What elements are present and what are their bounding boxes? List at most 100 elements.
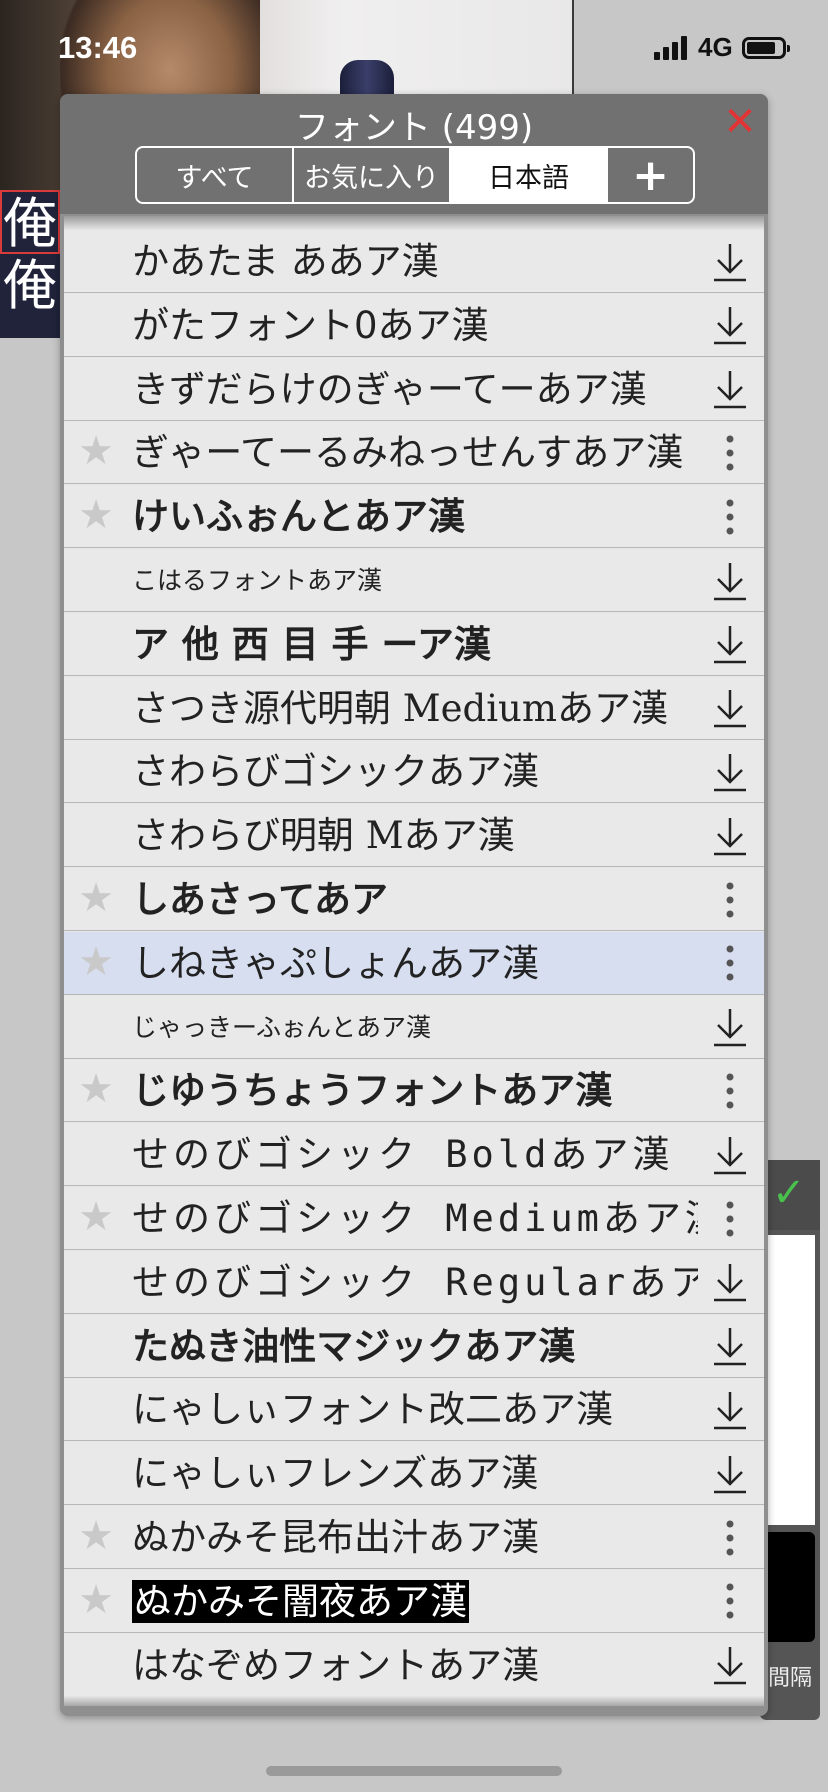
font-name-text: じゆうちょうフォントあア漢 bbox=[132, 1069, 613, 1113]
download-icon[interactable] bbox=[700, 294, 760, 357]
side-panel: ✓ 間隔 bbox=[760, 1160, 820, 1720]
font-name-preview: けいふぉんとあア漢 bbox=[132, 485, 698, 548]
star-icon[interactable]: ★ bbox=[76, 1516, 116, 1556]
font-name-preview: こはるフォントあア漢 bbox=[132, 549, 698, 612]
font-name-text: にゃしぃフレンズあア漢 bbox=[132, 1452, 539, 1496]
more-options-icon[interactable] bbox=[700, 1059, 760, 1122]
check-icon: ✓ bbox=[772, 1170, 806, 1216]
download-icon[interactable] bbox=[700, 740, 760, 803]
font-row[interactable]: がたフォント0あア漢 bbox=[64, 293, 764, 357]
font-row[interactable]: さつき源代明朝 Mediumあア漢 bbox=[64, 676, 764, 740]
font-name-text: ぬかみそ闇夜あア漢 bbox=[132, 1579, 469, 1623]
more-options-icon[interactable] bbox=[700, 485, 760, 548]
download-icon[interactable] bbox=[700, 996, 760, 1059]
font-row[interactable]: かあたま ああア漢 bbox=[64, 230, 764, 293]
star-icon[interactable]: ★ bbox=[76, 495, 116, 535]
more-options-icon[interactable] bbox=[700, 868, 760, 931]
font-row[interactable]: ★ しあさってあア bbox=[64, 868, 764, 931]
more-options-icon[interactable] bbox=[700, 421, 760, 484]
font-picker-dialog: フォント (499) ✕ すべて お気に入り 日本語 + かあたま ああア漢がた… bbox=[60, 94, 768, 1716]
font-name-text: にゃしぃフォント改二あア漢 bbox=[132, 1388, 613, 1432]
caption-text-preview[interactable]: 俺 俺 bbox=[0, 190, 60, 338]
font-name-preview: にゃしぃフレンズあア漢 bbox=[132, 1442, 698, 1505]
add-font-button[interactable]: + bbox=[608, 148, 693, 202]
tab-japanese[interactable]: 日本語 bbox=[451, 148, 608, 202]
font-name-text: けいふぉんとあア漢 bbox=[132, 495, 465, 539]
font-name-text: しねきゃぷしょんあア漢 bbox=[132, 941, 539, 985]
more-options-icon[interactable] bbox=[700, 1506, 760, 1569]
confirm-button[interactable]: ✓ bbox=[760, 1160, 820, 1230]
font-row[interactable]: ★ ぎゃーてーるみねっせんすあア漢 bbox=[64, 421, 764, 485]
font-row[interactable]: たぬき油性マジックあア漢 bbox=[64, 1314, 764, 1378]
font-row[interactable]: きずだらけのぎゃーてーあア漢 bbox=[64, 357, 764, 421]
font-row[interactable]: ★ ぬかみそ昆布出汁あア漢 bbox=[64, 1506, 764, 1569]
download-icon[interactable] bbox=[700, 230, 760, 293]
font-name-preview: ぬかみそ闇夜あア漢 bbox=[132, 1570, 698, 1633]
font-name-text: かあたま ああア漢 bbox=[132, 240, 439, 283]
font-name-text: がたフォント0あア漢 bbox=[132, 303, 489, 347]
star-icon[interactable]: ★ bbox=[76, 1069, 116, 1109]
font-row[interactable]: はなぞめフォントあア漢 bbox=[64, 1633, 764, 1697]
font-row[interactable]: せのびゴシック Regularあア漢 bbox=[64, 1250, 764, 1314]
font-row[interactable]: ★ けいふぉんとあア漢 bbox=[64, 485, 764, 549]
download-icon[interactable] bbox=[700, 613, 760, 676]
font-name-preview: ア 他 西 目 手 ーア漢 bbox=[132, 613, 698, 676]
font-name-preview: にゃしぃフォント改二あア漢 bbox=[132, 1378, 698, 1441]
font-row[interactable]: じゃっきーふぉんとあア漢 bbox=[64, 995, 764, 1059]
download-icon[interactable] bbox=[700, 358, 760, 421]
star-icon[interactable]: ★ bbox=[76, 1580, 116, 1620]
more-options-icon[interactable] bbox=[700, 932, 760, 995]
font-row[interactable]: にゃしぃフォント改二あア漢 bbox=[64, 1378, 764, 1442]
download-icon[interactable] bbox=[700, 1442, 760, 1505]
font-name-text: じゃっきーふぉんとあア漢 bbox=[132, 1012, 432, 1042]
status-bar: 13:46 4G bbox=[0, 0, 828, 96]
download-icon[interactable] bbox=[700, 677, 760, 740]
font-list[interactable]: かあたま ああア漢がたフォント0あア漢きずだらけのぎゃーてーあア漢 ★ ぎゃーてーる… bbox=[64, 216, 764, 1706]
star-icon[interactable]: ★ bbox=[76, 431, 116, 471]
font-name-preview: しあさってあア bbox=[132, 868, 698, 931]
font-row[interactable]: ★ じゆうちょうフォントあア漢 bbox=[64, 1059, 764, 1123]
dialog-header: フォント (499) ✕ すべて お気に入り 日本語 + bbox=[60, 94, 768, 214]
font-row[interactable]: にゃしぃフレンズあア漢 bbox=[64, 1442, 764, 1506]
selected-caption-char[interactable]: 俺 bbox=[0, 190, 60, 255]
download-icon[interactable] bbox=[700, 1251, 760, 1314]
download-icon[interactable] bbox=[700, 1378, 760, 1441]
font-row[interactable]: ★ しねきゃぷしょんあア漢 bbox=[64, 931, 764, 995]
dialog-title: フォント (499) bbox=[294, 108, 534, 148]
font-name-text: はなぞめフォントあア漢 bbox=[132, 1643, 539, 1687]
star-icon[interactable]: ★ bbox=[76, 942, 116, 982]
font-row[interactable]: ★ せのびゴシック Mediumあア漢 bbox=[64, 1187, 764, 1250]
font-row[interactable]: ★ ぬかみそ闇夜あア漢 bbox=[64, 1569, 764, 1633]
tab-favorites[interactable]: お気に入り bbox=[294, 148, 451, 202]
more-options-icon[interactable] bbox=[700, 1187, 760, 1250]
download-icon[interactable] bbox=[700, 549, 760, 612]
font-row[interactable]: さわらびゴシックあア漢 bbox=[64, 740, 764, 804]
signal-icon bbox=[654, 36, 690, 60]
star-icon[interactable]: ★ bbox=[76, 878, 116, 918]
star-icon[interactable]: ★ bbox=[76, 1197, 116, 1237]
close-icon[interactable]: ✕ bbox=[718, 100, 762, 144]
font-name-text: ぎゃーてーるみねっせんすあア漢 bbox=[132, 431, 684, 475]
font-name-preview: じゃっきーふぉんとあア漢 bbox=[132, 996, 698, 1059]
home-indicator[interactable] bbox=[266, 1766, 562, 1776]
font-row[interactable]: せのびゴシック Boldあア漢 bbox=[64, 1123, 764, 1187]
font-name-preview: かあたま ああア漢 bbox=[132, 230, 698, 293]
font-name-preview: さわらび明朝 Mあア漢 bbox=[132, 804, 698, 867]
font-row[interactable]: こはるフォントあア漢 bbox=[64, 549, 764, 612]
download-icon[interactable] bbox=[700, 1315, 760, 1378]
font-name-text: きずだらけのぎゃーてーあア漢 bbox=[132, 367, 647, 411]
font-name-preview: がたフォント0あア漢 bbox=[132, 294, 698, 357]
list-bottom-shadow bbox=[64, 1696, 764, 1706]
download-icon[interactable] bbox=[700, 1634, 760, 1697]
download-icon[interactable] bbox=[700, 804, 760, 867]
font-name-preview: さわらびゴシックあア漢 bbox=[132, 740, 698, 803]
font-name-text: さわらび明朝 Mあア漢 bbox=[132, 814, 515, 858]
caption-char: 俺 bbox=[3, 254, 57, 317]
font-name-preview: きずだらけのぎゃーてーあア漢 bbox=[132, 358, 698, 421]
font-row[interactable]: さわらび明朝 Mあア漢 bbox=[64, 804, 764, 868]
font-row[interactable]: ア 他 西 目 手 ーア漢 bbox=[64, 612, 764, 676]
font-name-preview: はなぞめフォントあア漢 bbox=[132, 1634, 698, 1697]
tab-all[interactable]: すべて bbox=[137, 148, 294, 202]
download-icon[interactable] bbox=[700, 1123, 760, 1186]
more-options-icon[interactable] bbox=[700, 1570, 760, 1633]
